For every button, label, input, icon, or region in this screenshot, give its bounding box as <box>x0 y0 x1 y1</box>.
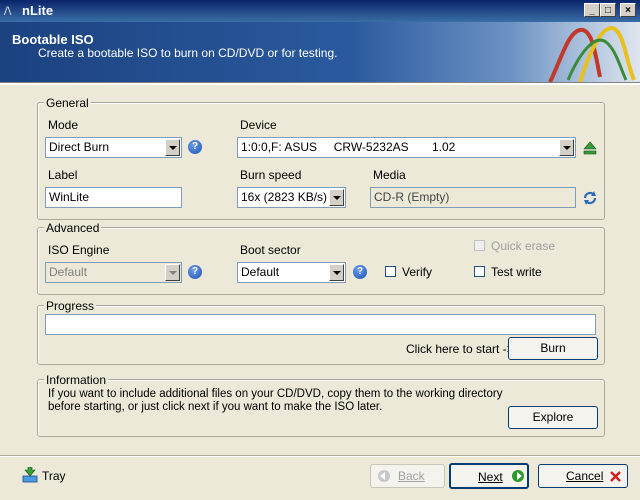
app-icon: /\ <box>4 3 12 18</box>
minimize-icon: _ <box>589 5 595 16</box>
advanced-legend: Advanced <box>44 221 102 235</box>
maximize-icon: □ <box>604 5 612 16</box>
burn-speed-select[interactable]: 16x (2823 KB/s) <box>237 187 346 208</box>
media-field: CD-R (Empty) <box>370 187 576 208</box>
tray-label: Tray <box>42 469 66 483</box>
boot-sector-value: Default <box>241 265 280 279</box>
footer-divider <box>0 455 640 457</box>
test-write-checkbox[interactable] <box>474 266 485 277</box>
close-icon: × <box>625 5 631 16</box>
tray-button[interactable]: Tray <box>22 466 82 486</box>
page-header: Bootable ISO Create a bootable ISO to bu… <box>0 22 640 82</box>
device-select[interactable]: 1:0:0,F: ASUS CRW-5232AS 1.02 <box>237 137 576 158</box>
test-write-label: Test write <box>491 265 542 279</box>
eject-icon[interactable] <box>583 140 597 156</box>
chevron-down-icon <box>165 264 180 281</box>
device-label: Device <box>240 118 277 132</box>
progress-legend: Progress <box>44 299 97 313</box>
chevron-down-icon[interactable] <box>329 189 344 206</box>
info-text-line1: If you want to include additional files … <box>48 388 503 400</box>
device-value: 1:0:0,F: ASUS CRW-5232AS 1.02 <box>241 140 456 154</box>
title-bar[interactable]: /\ nLite _ □ × <box>0 0 640 22</box>
burn-speed-label: Burn speed <box>240 168 302 182</box>
back-label: Back <box>398 469 425 483</box>
header-divider <box>0 82 640 85</box>
burn-speed-value: 16x (2823 KB/s) <box>241 190 328 204</box>
mode-select[interactable]: Direct Burn <box>45 137 182 158</box>
mode-value: Direct Burn <box>49 140 110 154</box>
quick-erase-checkbox <box>474 240 485 251</box>
chevron-down-icon[interactable] <box>329 264 344 281</box>
verify-label: Verify <box>402 265 433 279</box>
cancel-label: Cancel <box>566 469 604 483</box>
refresh-icon[interactable] <box>582 190 598 206</box>
help-icon[interactable]: ? <box>353 265 367 279</box>
page-subtitle: Create a bootable ISO to burn on CD/DVD … <box>38 46 338 60</box>
start-hint: Click here to start -> <box>406 342 514 356</box>
iso-engine-select: Default <box>45 262 182 283</box>
tray-icon <box>22 467 38 483</box>
quick-erase-label: Quick erase <box>491 239 556 253</box>
next-arrow-icon <box>512 470 524 482</box>
boot-sector-label: Boot sector <box>240 243 301 257</box>
next-label: Next <box>478 470 503 484</box>
media-label: Media <box>373 168 406 182</box>
iso-engine-value: Default <box>49 265 88 279</box>
window-title: nLite <box>22 3 54 18</box>
general-legend: General <box>44 96 91 110</box>
iso-engine-label: ISO Engine <box>48 243 110 257</box>
progress-bar <box>45 314 596 335</box>
info-text-line2: before starting, or just click next if y… <box>48 401 383 413</box>
cancel-x-icon <box>610 471 621 482</box>
information-legend: Information <box>44 373 109 387</box>
chevron-down-icon[interactable] <box>559 139 574 156</box>
maximize-button[interactable]: □ <box>600 3 616 17</box>
page-title: Bootable ISO <box>12 32 94 47</box>
advanced-group <box>37 227 605 295</box>
explore-button[interactable]: Explore <box>508 406 598 429</box>
close-button[interactable]: × <box>620 3 636 17</box>
verify-checkbox[interactable] <box>385 266 396 277</box>
cancel-button[interactable]: Cancel <box>538 464 628 488</box>
nlite-logo-icon <box>548 26 636 82</box>
chevron-down-icon[interactable] <box>165 139 180 156</box>
back-button: Back <box>370 464 445 488</box>
help-icon[interactable]: ? <box>188 140 202 154</box>
mode-label: Mode <box>48 118 79 132</box>
help-icon[interactable]: ? <box>188 265 202 279</box>
label-input[interactable]: WinLite <box>45 187 182 208</box>
burn-button[interactable]: Burn <box>508 337 598 360</box>
boot-sector-select[interactable]: Default <box>237 262 346 283</box>
minimize-button[interactable]: _ <box>584 3 600 17</box>
label-label: Label <box>48 168 78 182</box>
back-arrow-icon <box>378 470 390 482</box>
next-button[interactable]: Next <box>449 463 529 489</box>
